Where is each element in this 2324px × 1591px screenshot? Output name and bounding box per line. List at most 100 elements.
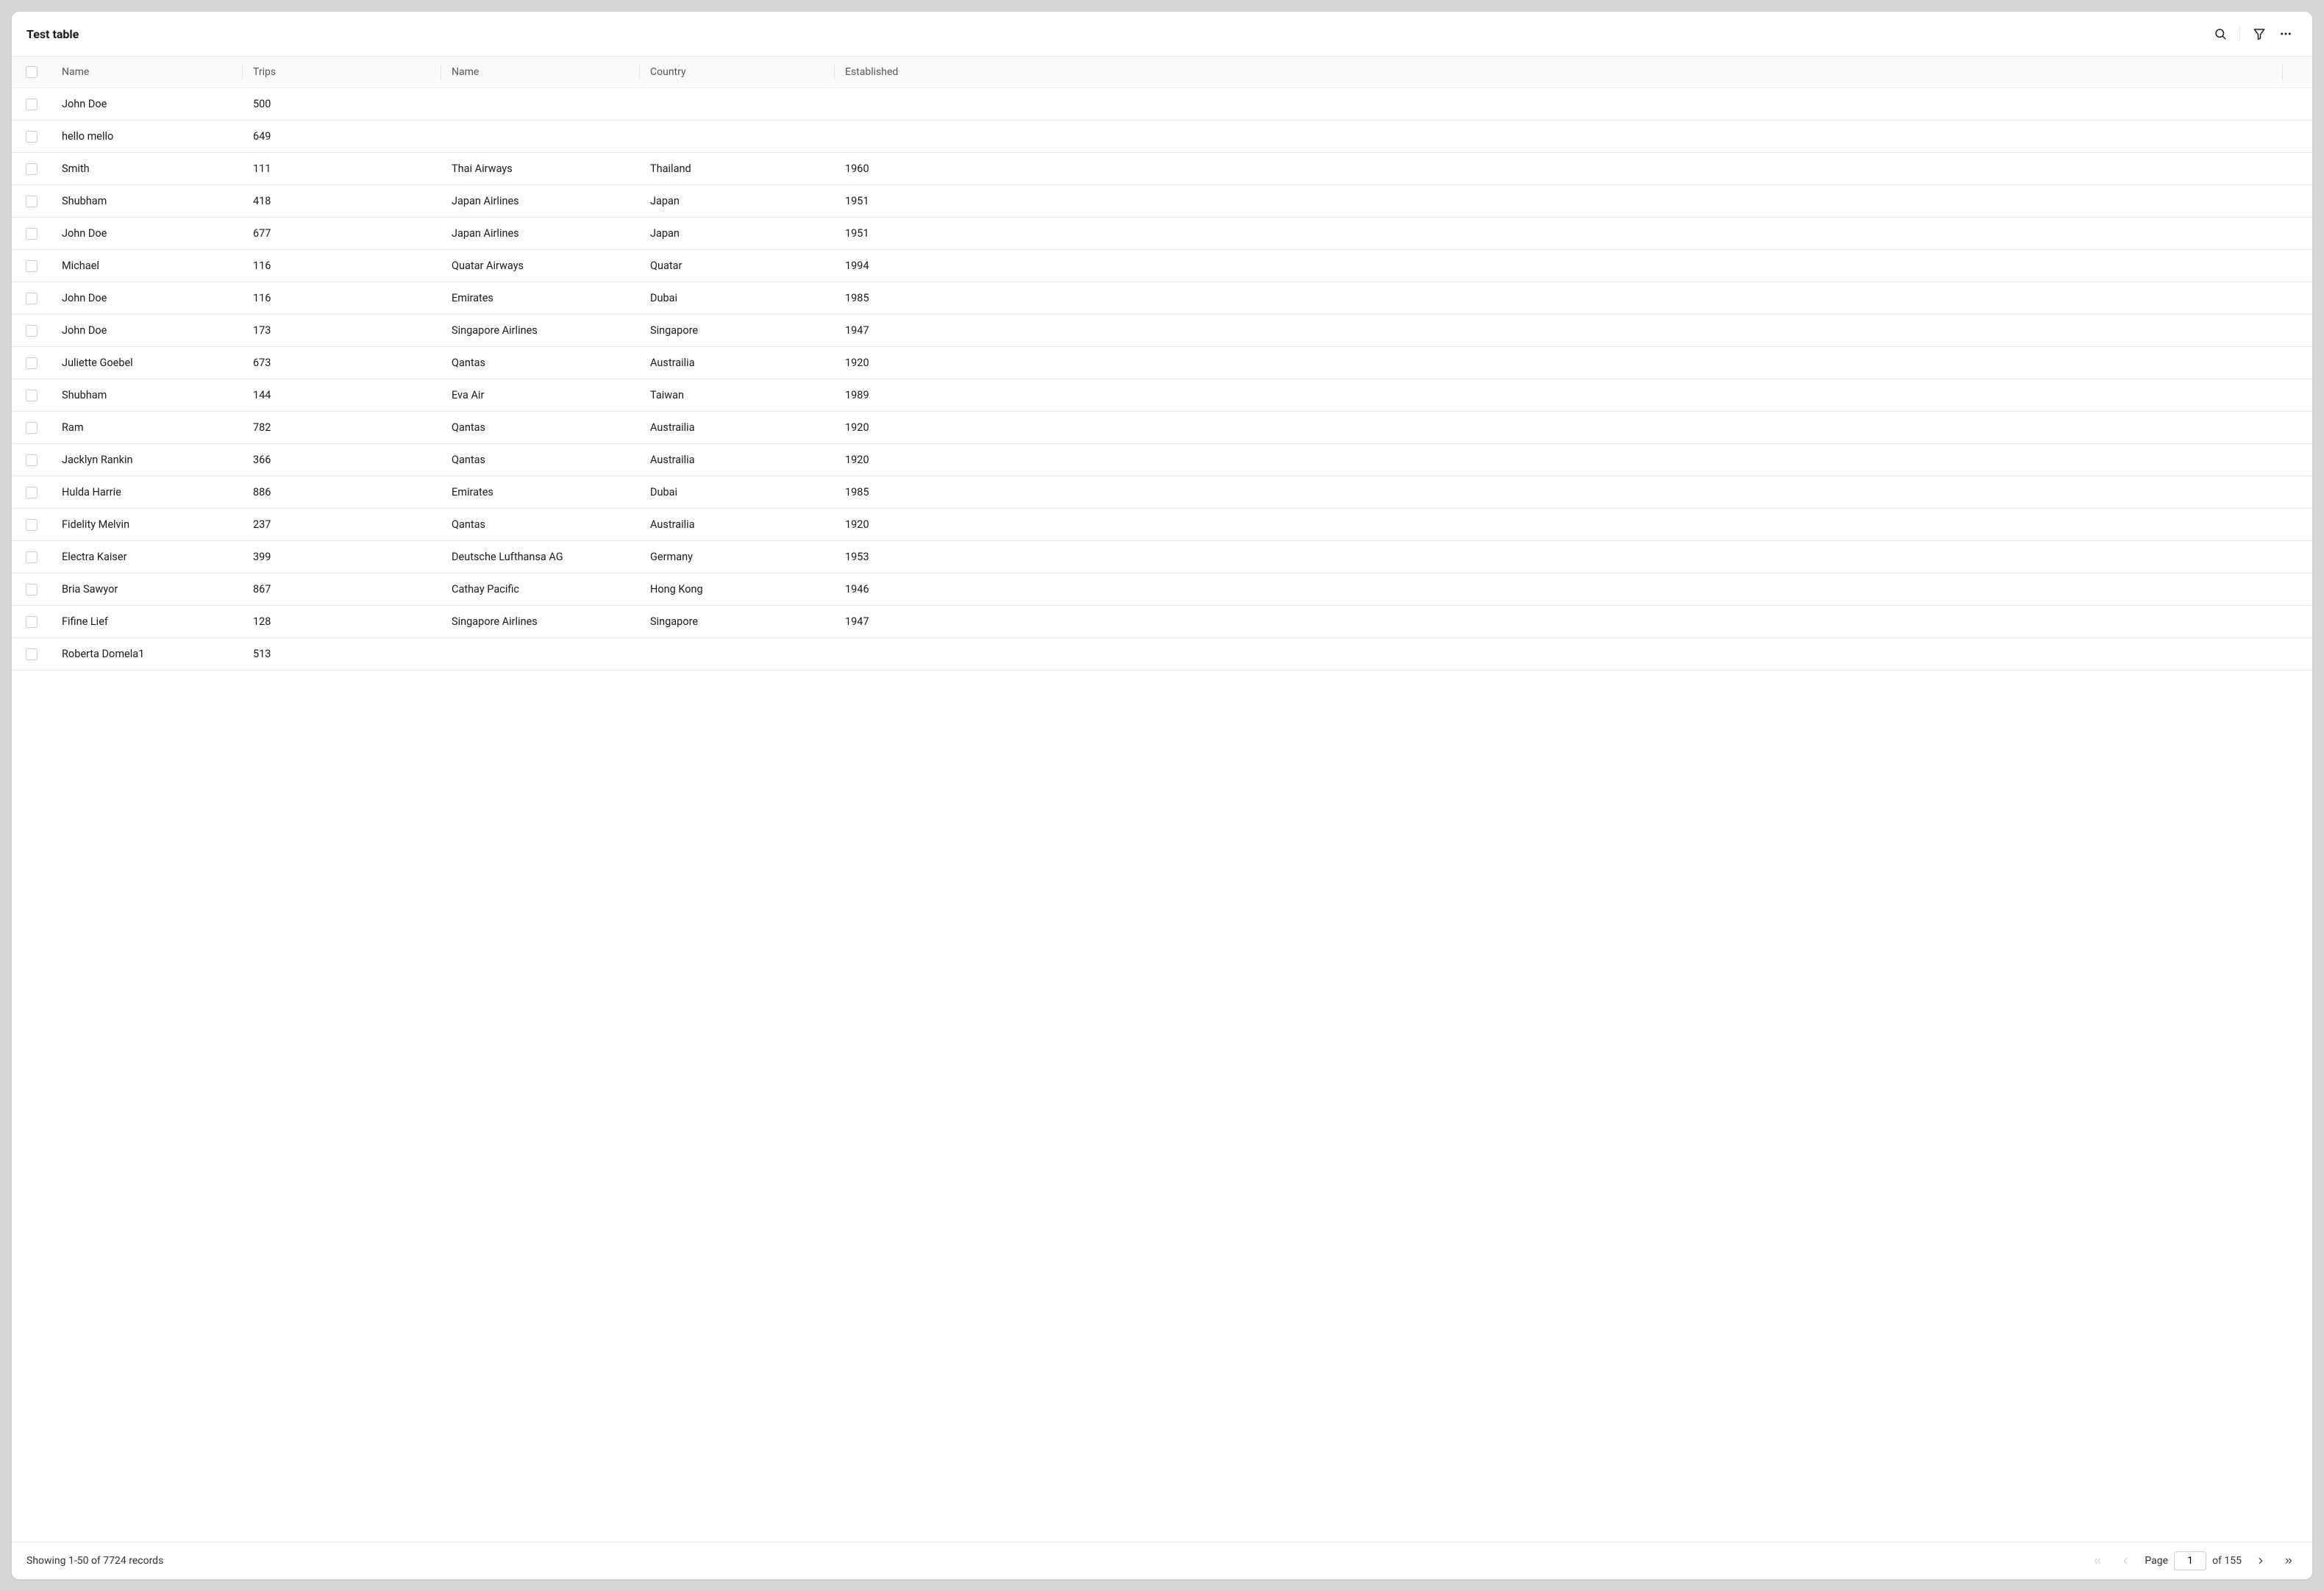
table-row[interactable]: Roberta Domela1513 — [12, 638, 2312, 671]
cell-country: Austrailia — [640, 421, 835, 434]
row-checkbox[interactable] — [26, 648, 38, 660]
table-row[interactable]: John Doe173Singapore AirlinesSingapore19… — [12, 315, 2312, 347]
row-checkbox[interactable] — [26, 551, 38, 563]
column-header-name[interactable]: Name — [51, 66, 243, 78]
row-checkbox-cell — [12, 422, 51, 434]
row-checkbox[interactable] — [26, 163, 38, 175]
cell-established: 1985 — [835, 486, 2283, 498]
table-row[interactable]: Shubham144Eva AirTaiwan1989 — [12, 379, 2312, 412]
cell-name: Fifine Lief — [51, 615, 243, 628]
row-checkbox[interactable] — [26, 131, 38, 143]
cell-airline: Qantas — [441, 518, 640, 531]
table-row[interactable]: Shubham418Japan AirlinesJapan1951 — [12, 185, 2312, 218]
filter-button[interactable] — [2248, 22, 2271, 46]
prev-page-button[interactable] — [2117, 1552, 2134, 1570]
cell-name: Electra Kaiser — [51, 551, 243, 563]
header-checkbox-cell — [12, 66, 51, 78]
table-row[interactable]: Electra Kaiser399Deutsche Lufthansa AGGe… — [12, 541, 2312, 573]
cell-trips: 886 — [243, 486, 441, 498]
table-body[interactable]: John Doe500hello mello649Smith111Thai Ai… — [12, 88, 2312, 1542]
cell-airline: Thai Airways — [441, 162, 640, 175]
cell-country: Germany — [640, 551, 835, 563]
table-row[interactable]: John Doe677Japan AirlinesJapan1951 — [12, 218, 2312, 250]
column-header-airline-name[interactable]: Name — [441, 66, 640, 78]
cell-established: 1953 — [835, 551, 2283, 563]
cell-airline: Qantas — [441, 421, 640, 434]
column-header-trips[interactable]: Trips — [243, 66, 441, 78]
cell-trips: 677 — [243, 227, 441, 240]
row-checkbox[interactable] — [26, 616, 38, 628]
row-checkbox[interactable] — [26, 519, 38, 531]
cell-name: John Doe — [51, 98, 243, 110]
table-row[interactable]: Smith111Thai AirwaysThailand1960 — [12, 153, 2312, 185]
card-header: Test table — [12, 12, 2312, 56]
more-button[interactable] — [2274, 22, 2298, 46]
cell-name: Roberta Domela1 — [51, 648, 243, 660]
cell-country: Dubai — [640, 486, 835, 498]
page-input[interactable] — [2174, 1551, 2206, 1570]
row-checkbox[interactable] — [26, 584, 38, 596]
cell-airline: Cathay Pacific — [441, 583, 640, 596]
search-button[interactable] — [2209, 22, 2232, 46]
cell-trips: 673 — [243, 357, 441, 369]
cell-trips: 111 — [243, 162, 441, 175]
cell-airline: Deutsche Lufthansa AG — [441, 551, 640, 563]
table-row[interactable]: hello mello649 — [12, 121, 2312, 153]
cell-name: Juliette Goebel — [51, 357, 243, 369]
row-checkbox-cell — [12, 131, 51, 143]
table-row[interactable]: Bria Sawyor867Cathay PacificHong Kong194… — [12, 573, 2312, 606]
chevron-right-icon — [2256, 1556, 2266, 1566]
row-checkbox-cell — [12, 260, 51, 272]
row-checkbox-cell — [12, 99, 51, 110]
table-row[interactable]: Fidelity Melvin237QantasAustrailia1920 — [12, 509, 2312, 541]
cell-airline: Qantas — [441, 357, 640, 369]
table-row[interactable]: Michael116Quatar AirwaysQuatar1994 — [12, 250, 2312, 282]
row-checkbox[interactable] — [26, 357, 38, 369]
table: Name Trips Name Country Established John… — [12, 56, 2312, 1542]
cell-trips: 116 — [243, 260, 441, 272]
row-checkbox[interactable] — [26, 293, 38, 304]
row-checkbox[interactable] — [26, 390, 38, 401]
table-row[interactable]: John Doe116EmiratesDubai1985 — [12, 282, 2312, 315]
table-row[interactable]: Hulda Harrie886EmiratesDubai1985 — [12, 476, 2312, 509]
row-checkbox[interactable] — [26, 422, 38, 434]
page-group: Page of 155 — [2145, 1551, 2242, 1570]
next-page-button[interactable] — [2252, 1552, 2270, 1570]
row-checkbox[interactable] — [26, 260, 38, 272]
table-row[interactable]: John Doe500 — [12, 88, 2312, 121]
row-checkbox[interactable] — [26, 228, 38, 240]
select-all-checkbox[interactable] — [26, 66, 38, 78]
row-checkbox[interactable] — [26, 99, 38, 110]
cell-trips: 513 — [243, 648, 441, 660]
cell-name: Bria Sawyor — [51, 583, 243, 596]
row-checkbox[interactable] — [26, 454, 38, 466]
row-checkbox-cell — [12, 487, 51, 498]
row-checkbox[interactable] — [26, 487, 38, 498]
table-row[interactable]: Juliette Goebel673QantasAustrailia1920 — [12, 347, 2312, 379]
cell-trips: 237 — [243, 518, 441, 531]
table-row[interactable]: Ram782QantasAustrailia1920 — [12, 412, 2312, 444]
cell-name: John Doe — [51, 227, 243, 240]
cell-established: 1960 — [835, 162, 2283, 175]
cell-name: Smith — [51, 162, 243, 175]
search-icon — [2214, 27, 2227, 40]
cell-established: 1947 — [835, 615, 2283, 628]
first-page-button[interactable] — [2089, 1552, 2106, 1570]
row-checkbox[interactable] — [26, 325, 38, 337]
column-header-country[interactable]: Country — [640, 66, 835, 78]
cell-country: Taiwan — [640, 389, 835, 401]
row-checkbox-cell — [12, 616, 51, 628]
row-checkbox[interactable] — [26, 196, 38, 207]
row-checkbox-cell — [12, 293, 51, 304]
cell-established: 1947 — [835, 324, 2283, 337]
cell-name: John Doe — [51, 324, 243, 337]
column-header-established[interactable]: Established — [835, 66, 2283, 78]
cell-name: Michael — [51, 260, 243, 272]
table-row[interactable]: Fifine Lief128Singapore AirlinesSingapor… — [12, 606, 2312, 638]
table-row[interactable]: Jacklyn Rankin366QantasAustrailia1920 — [12, 444, 2312, 476]
last-page-button[interactable] — [2280, 1552, 2298, 1570]
cell-trips: 399 — [243, 551, 441, 563]
cell-name: hello mello — [51, 130, 243, 143]
cell-name: Fidelity Melvin — [51, 518, 243, 531]
page-label: Page — [2145, 1555, 2168, 1567]
